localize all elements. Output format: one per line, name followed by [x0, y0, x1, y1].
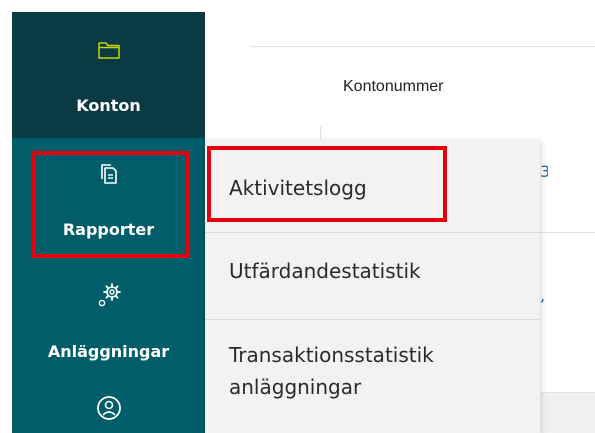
menu-item-transaktionsstatistik-anlaggningar[interactable]: Transaktionsstatistik anläggningar: [205, 320, 540, 433]
menu-item-aktivitetslogg[interactable]: Aktivitetslogg: [205, 140, 540, 228]
menu-item-utfardandestatistik[interactable]: Utfärdandestatistik: [205, 233, 540, 319]
gears-icon: [98, 283, 121, 307]
table-top-border: [250, 46, 595, 47]
menu-item-label: Transaktionsstatistik: [229, 343, 434, 367]
sidebar-item-konton[interactable]: Konton: [12, 12, 205, 138]
sidebar-item-label: Anläggningar: [47, 342, 170, 361]
sidebar-item-label: Konton: [76, 96, 141, 115]
table-footer: [541, 392, 595, 433]
folder-icon: [97, 42, 120, 59]
table-cell-fragment: 3: [540, 162, 548, 181]
sidebar-item-profile[interactable]: [12, 390, 205, 433]
page: Kontonummer 3 , Konton Rapporter Anläggn…: [0, 0, 595, 433]
table-cell-fragment: ,: [540, 286, 546, 305]
rapporter-dropdown-menu: Aktivitetslogg Utfärdandestatistik Trans…: [205, 140, 540, 433]
sidebar-item-anlaggningar[interactable]: Anläggningar: [12, 270, 205, 380]
column-header-kontonummer: Kontonummer: [343, 78, 444, 95]
sidebar-item-label: Rapporter: [62, 220, 155, 239]
report-document-icon: [100, 164, 117, 184]
menu-item-label: anläggningar: [229, 375, 362, 399]
menu-item-label: Aktivitetslogg: [229, 176, 367, 200]
sidebar: Konton Rapporter Anläggningar: [12, 12, 205, 433]
menu-item-label: Utfärdandestatistik: [229, 259, 421, 283]
user-circle-icon: [96, 396, 121, 420]
sidebar-item-rapporter[interactable]: Rapporter: [12, 142, 205, 260]
